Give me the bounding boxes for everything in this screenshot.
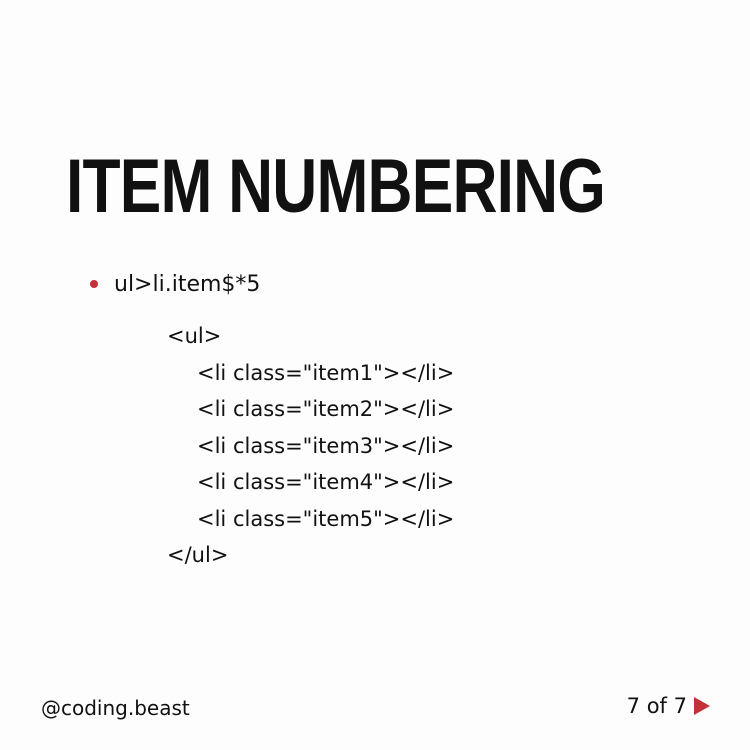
- code-line: <li class="item4"></li>: [197, 470, 455, 494]
- page-indicator[interactable]: 7 of 7: [627, 694, 710, 718]
- author-handle: @coding.beast: [41, 696, 190, 720]
- page-count: 7 of 7: [626, 694, 687, 718]
- slide-title: ITEM NUMBERING: [66, 144, 606, 229]
- code-line: <li class="item1"></li>: [197, 360, 455, 385]
- code-line: <li class="item2"></li>: [197, 397, 455, 421]
- code-line: <ul>: [167, 324, 222, 348]
- bullet-item: ul>li.item$*5: [90, 268, 260, 300]
- play-triangle-icon[interactable]: [694, 697, 710, 715]
- code-line: <li class="item3"></li>: [197, 433, 455, 458]
- code-line: <li class="item5"></li>: [197, 506, 455, 531]
- bullet-dot-icon: [90, 280, 98, 288]
- emmet-abbreviation: ul>li.item$*5: [114, 271, 261, 297]
- code-line: </ul>: [167, 543, 229, 567]
- code-block: <ul> <li class="item1"></li> <li class="…: [167, 318, 454, 574]
